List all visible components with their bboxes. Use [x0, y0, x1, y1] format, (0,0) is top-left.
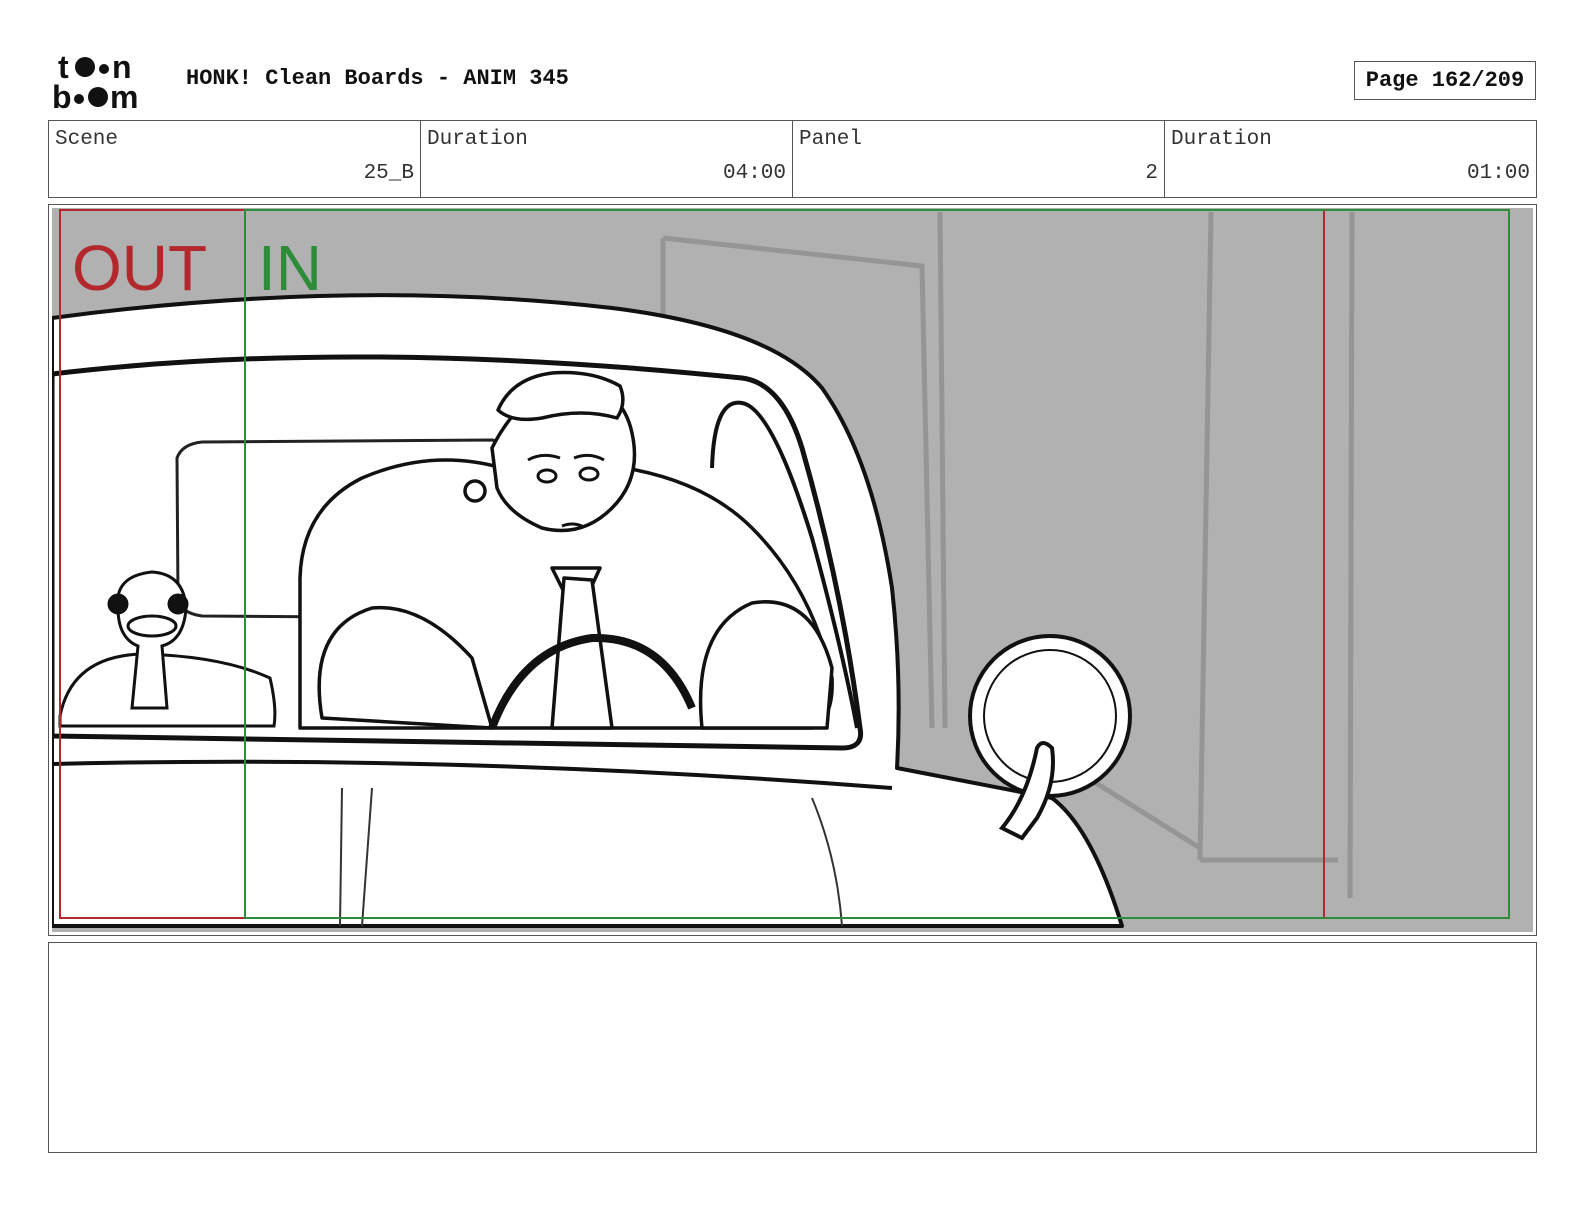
- panel-value: 2: [1145, 162, 1158, 185]
- info-cell-panel-duration: Duration 01:00: [1165, 121, 1536, 197]
- svg-text:m: m: [110, 79, 138, 112]
- page-number-box: Page 162/209: [1354, 61, 1536, 100]
- info-table: Scene 25_B Duration 04:00 Panel 2 Durati…: [48, 120, 1537, 198]
- panel-label: Panel: [799, 128, 863, 151]
- toon-boom-logo: t n b m: [52, 50, 138, 112]
- storyboard-drawing: OUT IN: [52, 208, 1533, 932]
- info-cell-scene: Scene 25_B: [49, 121, 421, 197]
- svg-text:b: b: [52, 79, 72, 112]
- page-number: Page 162/209: [1365, 68, 1525, 93]
- panel-duration-value: 01:00: [1466, 162, 1530, 185]
- out-label: OUT: [72, 232, 207, 304]
- document-title: HONK! Clean Boards - ANIM 345: [186, 66, 569, 91]
- info-cell-scene-duration: Duration 04:00: [421, 121, 793, 197]
- panel-notes-box[interactable]: [48, 942, 1537, 1153]
- scene-duration-value: 04:00: [722, 162, 786, 185]
- scene-value: 25_B: [363, 162, 414, 185]
- scene-duration-label: Duration: [427, 128, 528, 151]
- in-label: IN: [258, 232, 322, 304]
- panel-duration-label: Duration: [1171, 128, 1272, 151]
- info-cell-panel: Panel 2: [793, 121, 1165, 197]
- scene-label: Scene: [55, 128, 119, 151]
